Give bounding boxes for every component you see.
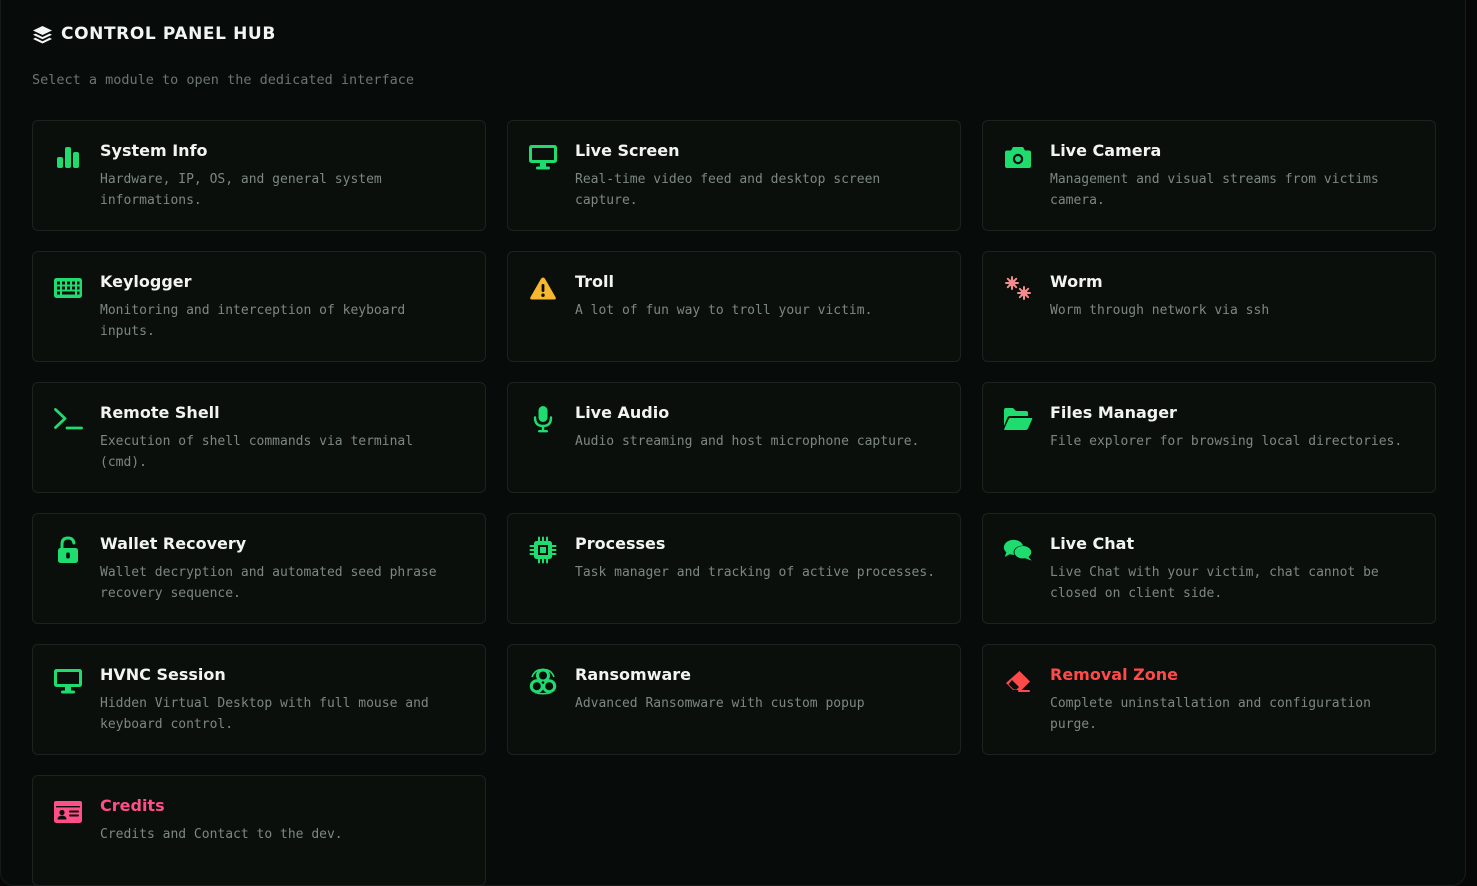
module-title: Live Camera [1050,141,1162,160]
module-card-remote-shell[interactable]: Remote Shell Execution of shell commands… [32,382,486,493]
module-description: Worm through network via ssh [1050,303,1270,318]
chat-bubbles-icon [1003,536,1033,564]
module-title: Processes [575,534,666,553]
module-card-keylogger[interactable]: Keylogger Monitoring and interception of… [32,251,486,362]
module-description: Advanced Ransomware with custom popup [575,696,865,711]
module-description: Real-time video feed and desktop screen … [575,172,881,208]
module-description: Live Chat with your victim, chat cannot … [1050,565,1379,601]
module-grid: System Info Hardware, IP, OS, and genera… [32,120,1436,886]
module-title: Keylogger [100,272,192,291]
module-title: Live Chat [1050,534,1135,553]
module-card-worm[interactable]: Worm Worm through network via ssh [982,251,1436,362]
microphone-icon [528,405,558,433]
module-card-processes[interactable]: Processes Task manager and tracking of a… [507,513,961,624]
module-description: Wallet decryption and automated seed phr… [100,565,437,601]
module-description: Hardware, IP, OS, and general system inf… [100,172,382,208]
module-description: Task manager and tracking of active proc… [575,565,936,580]
warning-icon [528,274,558,302]
virus-icon [1003,274,1033,302]
module-title: Remote Shell [100,403,220,422]
module-description: Monitoring and interception of keyboard … [100,303,406,339]
module-card-live-screen[interactable]: Live Screen Real-time video feed and des… [507,120,961,231]
page-subtitle: Select a module to open the dedicated in… [32,72,415,88]
module-description: Management and visual streams from victi… [1050,172,1379,208]
monitor-icon [528,143,558,171]
module-title: Removal Zone [1050,665,1178,684]
module-title: Live Audio [575,403,670,422]
module-card-live-camera[interactable]: Live Camera Management and visual stream… [982,120,1436,231]
eraser-icon [1003,667,1033,695]
module-title: System Info [100,141,208,160]
bar-chart-icon [53,143,83,171]
module-card-live-audio[interactable]: Live Audio Audio streaming and host micr… [507,382,961,493]
unlock-icon [53,536,83,564]
module-card-credits[interactable]: Credits Credits and Contact to the dev. [32,775,486,886]
module-description: A lot of fun way to troll your victim. [575,303,873,318]
module-title: Credits [100,796,165,815]
terminal-icon [53,405,83,433]
module-card-removal-zone[interactable]: Removal Zone Complete uninstallation and… [982,644,1436,755]
module-title: Ransomware [575,665,692,684]
camera-icon [1003,143,1033,171]
module-card-troll[interactable]: Troll A lot of fun way to troll your vic… [507,251,961,362]
module-card-ransomware[interactable]: Ransomware Advanced Ransomware with cust… [507,644,961,755]
module-description: Hidden Virtual Desktop with full mouse a… [100,696,429,732]
module-description: Execution of shell commands via terminal… [100,434,414,470]
page-header: CONTROL PANEL HUB [32,24,276,44]
folder-open-icon [1003,405,1033,433]
biohazard-icon [528,667,558,695]
module-card-system-info[interactable]: System Info Hardware, IP, OS, and genera… [32,120,486,231]
module-description: Complete uninstallation and configuratio… [1050,696,1371,732]
module-card-wallet-recovery[interactable]: Wallet Recovery Wallet decryption and au… [32,513,486,624]
module-title: Worm [1050,272,1103,291]
module-title: Live Screen [575,141,680,160]
module-title: Wallet Recovery [100,534,247,553]
cpu-icon [528,536,558,564]
keyboard-icon [53,274,83,302]
monitor-icon [53,667,83,695]
module-card-files-manager[interactable]: Files Manager File explorer for browsing… [982,382,1436,493]
module-title: HVNC Session [100,665,226,684]
module-title: Files Manager [1050,403,1177,422]
module-card-live-chat[interactable]: Live Chat Live Chat with your victim, ch… [982,513,1436,624]
module-description: Audio streaming and host microphone capt… [575,434,920,449]
module-description: Credits and Contact to the dev. [100,827,343,842]
id-card-icon [53,798,83,826]
layers-icon [32,25,53,44]
module-title: Troll [575,272,615,291]
page-title: CONTROL PANEL HUB [61,24,276,44]
module-description: File explorer for browsing local directo… [1050,434,1403,449]
module-card-hvnc-session[interactable]: HVNC Session Hidden Virtual Desktop with… [32,644,486,755]
